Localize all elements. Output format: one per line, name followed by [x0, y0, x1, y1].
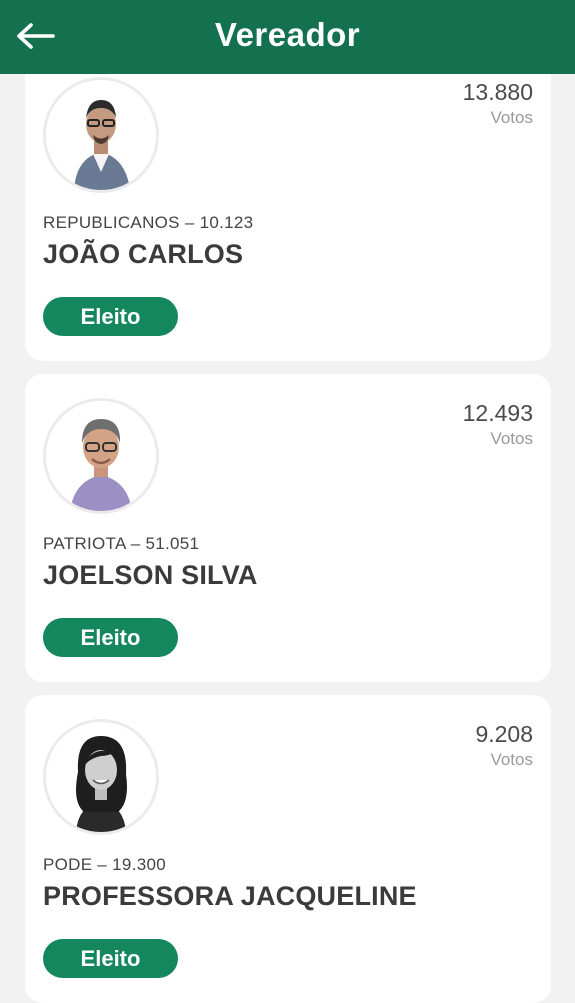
status-badge: Eleito — [43, 939, 178, 978]
votes-number: 9.208 — [475, 721, 533, 747]
candidate-name: JOELSON SILVA — [43, 560, 258, 590]
candidate-name: JOÃO CARLOS — [43, 239, 244, 269]
party-line: REPUBLICANOS – 10.123 — [43, 213, 254, 232]
votes-number: 13.880 — [462, 79, 533, 105]
vote-count: 9.208 Votos — [475, 719, 533, 771]
vote-count: 12.493 Votos — [463, 398, 533, 450]
candidate-card[interactable]: 12.493 Votos PATRIOTA – 51.051 JOELSON S… — [25, 374, 551, 682]
avatar — [43, 77, 159, 193]
page-title: Vereador — [214, 16, 361, 53]
votes-label: Votos — [490, 750, 533, 769]
avatar — [43, 719, 159, 835]
votes-label: Votos — [490, 429, 533, 448]
vote-count: 13.880 Votos — [463, 77, 533, 129]
candidate-card[interactable]: 9.208 Votos PODE – 19.300 PROFESSORA JAC… — [25, 695, 551, 1003]
party-line: PODE – 19.300 — [43, 855, 166, 874]
candidate-card[interactable]: 13.880 Votos REPUBLICANOS – 10.123 JOÃO … — [25, 53, 551, 361]
votes-number: 12.493 — [462, 400, 533, 426]
votes-label: Votos — [490, 108, 533, 127]
candidate-name: PROFESSORA JACQUELINE — [43, 881, 417, 911]
party-line: PATRIOTA – 51.051 — [43, 534, 200, 553]
status-badge: Eleito — [43, 297, 178, 336]
status-badge: Eleito — [43, 618, 178, 657]
avatar — [43, 398, 159, 514]
app-header: Vereador — [0, 0, 575, 74]
